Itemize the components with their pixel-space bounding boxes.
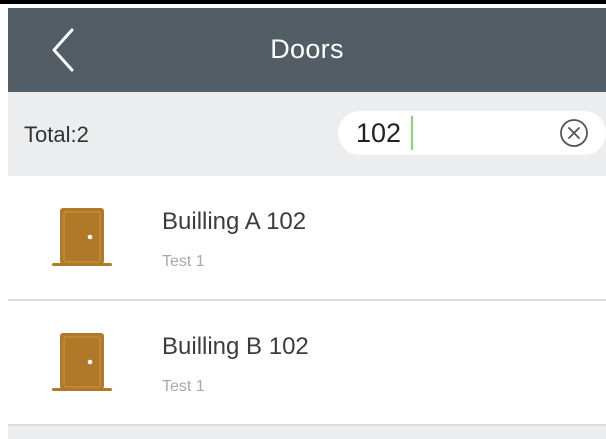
search-bar: Total:2: [8, 92, 606, 176]
door-subtitle: Test 1: [162, 378, 205, 395]
door-list: Builling A 102 Test 1 Builling B 102 Tes…: [8, 176, 606, 426]
list-footer: [8, 426, 606, 439]
search-field[interactable]: [338, 111, 606, 155]
door-name: Builling A 102: [162, 208, 307, 235]
list-item-door[interactable]: Builling B 102 Test 1: [8, 301, 606, 426]
clear-circle-x-icon: [560, 119, 588, 147]
search-input[interactable]: [356, 115, 536, 151]
door-icon: [50, 204, 114, 270]
total-count-label: Total:2: [24, 122, 89, 147]
text-cursor: [411, 116, 413, 150]
clear-search-button[interactable]: [559, 118, 589, 148]
page-title: Doors: [270, 34, 344, 64]
door-subtitle: Test 1: [162, 253, 205, 270]
door-icon: [50, 329, 114, 395]
nav-header: Doors: [8, 8, 606, 92]
door-name: Builling B 102: [162, 333, 309, 360]
app-frame: Doors Total:2 102 Builling A 102 Test 1 …: [0, 0, 606, 439]
list-item-door[interactable]: Builling A 102 Test 1: [8, 176, 606, 301]
